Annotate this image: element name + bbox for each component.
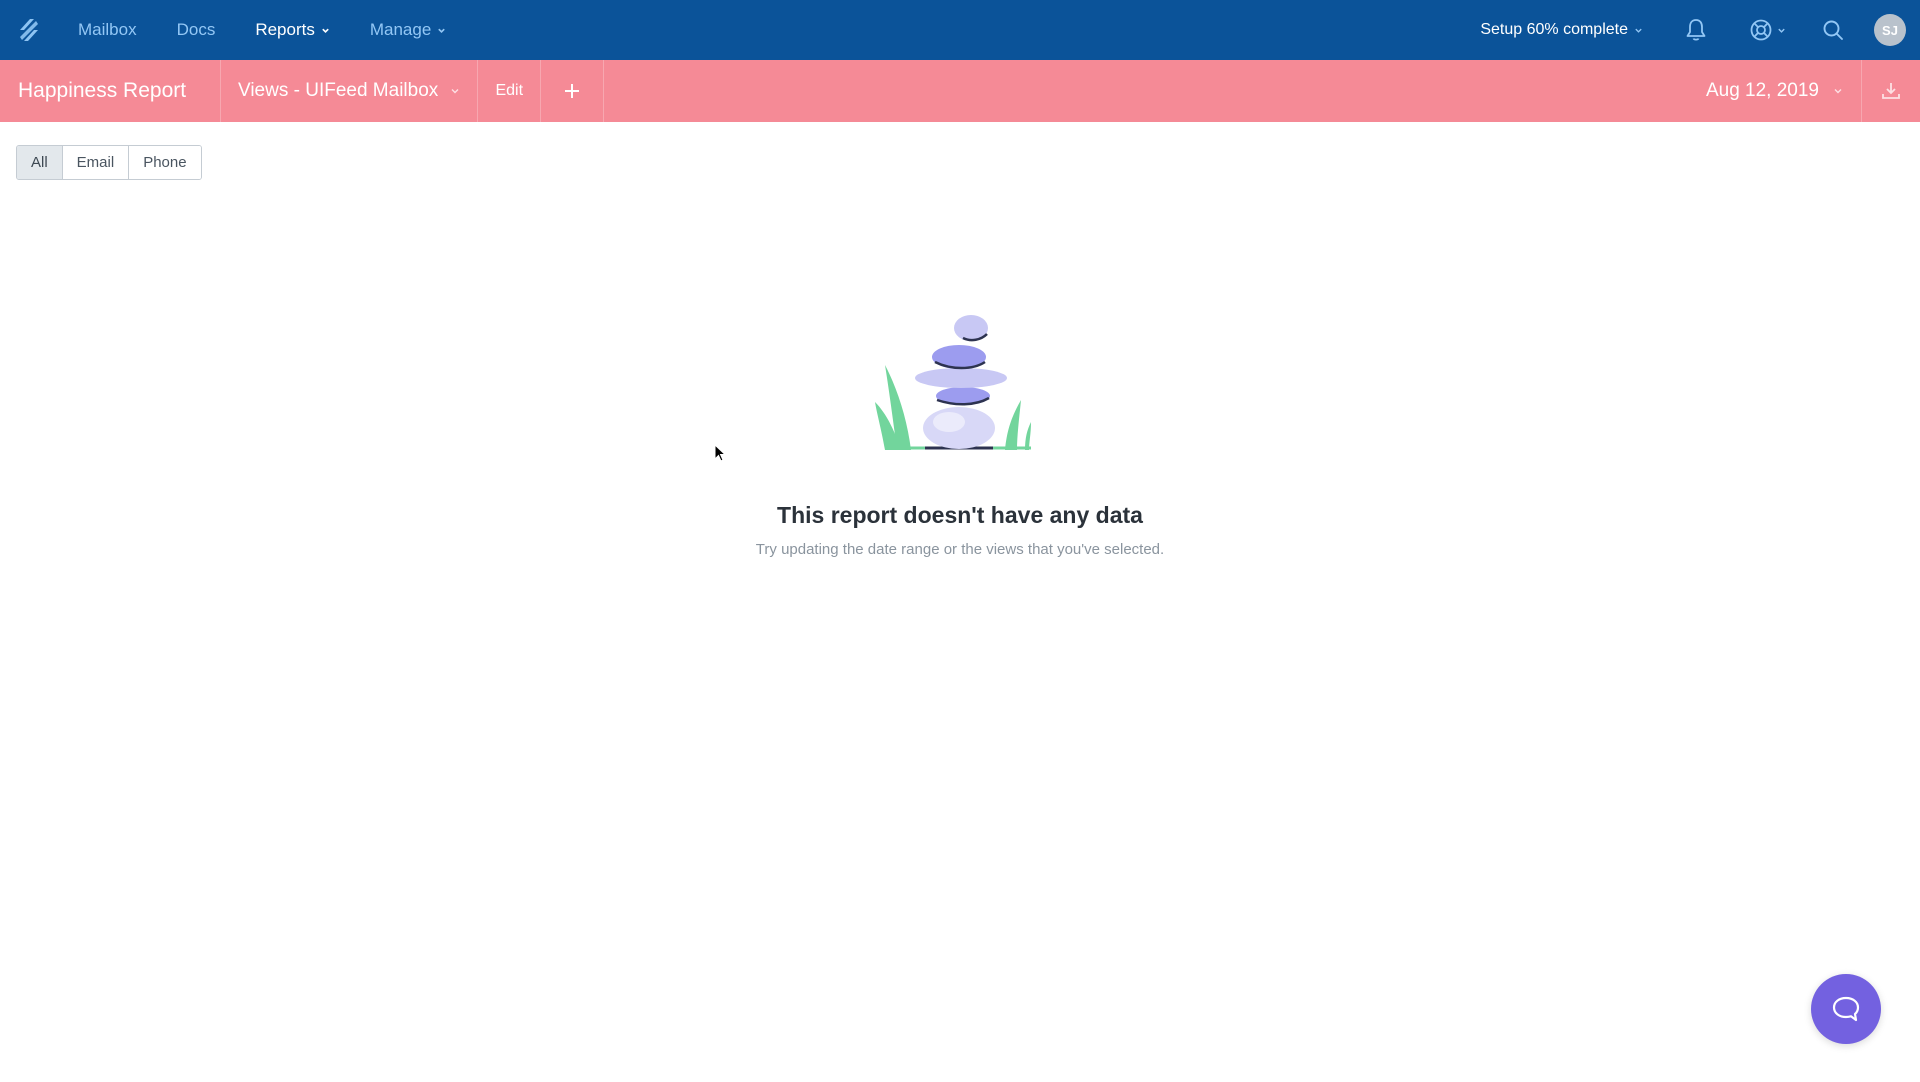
views-dropdown-label: Views - UIFeed Mailbox: [238, 80, 439, 101]
helpscout-logo-icon: [20, 19, 38, 41]
logo-button[interactable]: [0, 0, 58, 60]
channel-filter: All Email Phone: [16, 145, 202, 180]
report-toolbar: Happiness Report Views - UIFeed Mailbox …: [0, 60, 1920, 122]
setup-progress-label: Setup 60% complete: [1480, 21, 1628, 38]
stacked-stones-illustration: [875, 315, 1031, 450]
nav-docs-label: Docs: [176, 20, 216, 39]
nav-right-group: Setup 60% complete SJ: [1480, 0, 1920, 60]
avatar-initials: SJ: [1882, 22, 1898, 38]
chat-beacon-button[interactable]: [1811, 974, 1881, 1044]
empty-state-subtitle: Try updating the date range or the views…: [755, 541, 1165, 558]
date-range-label: Aug 12, 2019: [1705, 80, 1819, 101]
chevron-down-icon: [451, 89, 459, 94]
date-range-picker[interactable]: Aug 12, 2019: [1706, 60, 1862, 122]
chevron-down-icon: [1635, 28, 1642, 33]
nav-reports-label: Reports: [255, 20, 315, 39]
nav-manage[interactable]: Manage: [350, 0, 466, 60]
views-dropdown[interactable]: Views - UIFeed Mailbox: [221, 60, 479, 122]
mouse-cursor-icon: [714, 444, 727, 462]
add-view-button[interactable]: [541, 60, 605, 122]
chat-bubble-icon: [1832, 996, 1860, 1022]
toolbar-right: Aug 12, 2019: [1706, 60, 1920, 122]
empty-state-title: This report doesn't have any data: [777, 502, 1143, 528]
setup-progress-dropdown[interactable]: Setup 60% complete: [1480, 21, 1643, 39]
nav-mailbox-label: Mailbox: [78, 20, 137, 39]
user-avatar[interactable]: SJ: [1874, 14, 1906, 46]
download-icon: [1882, 83, 1900, 99]
report-title: Happiness Report: [0, 60, 221, 122]
chevron-down-icon: [1834, 89, 1842, 94]
filter-email[interactable]: Email: [62, 146, 130, 179]
chevron-down-icon: [438, 28, 446, 33]
chevron-down-icon: [322, 28, 329, 33]
nav-manage-label: Manage: [369, 20, 432, 39]
top-navigation: Mailbox Docs Reports Manage Setup 60% co…: [0, 0, 1920, 60]
notifications-button[interactable]: [1685, 0, 1707, 60]
edit-views-button[interactable]: Edit: [478, 60, 542, 122]
nav-docs[interactable]: Docs: [157, 0, 236, 60]
search-button[interactable]: [1822, 0, 1844, 60]
nav-reports[interactable]: Reports: [235, 0, 350, 60]
nav-mailbox[interactable]: Mailbox: [58, 0, 157, 60]
bell-icon: [1686, 19, 1706, 41]
filter-phone[interactable]: Phone: [129, 146, 201, 179]
chevron-down-icon: [1778, 28, 1785, 33]
plus-icon: [565, 84, 580, 98]
search-icon: [1823, 20, 1843, 40]
help-lifebuoy-icon: [1750, 19, 1772, 41]
help-menu-button[interactable]: [1749, 0, 1786, 60]
download-button[interactable]: [1862, 60, 1920, 122]
filter-all[interactable]: All: [17, 146, 63, 179]
